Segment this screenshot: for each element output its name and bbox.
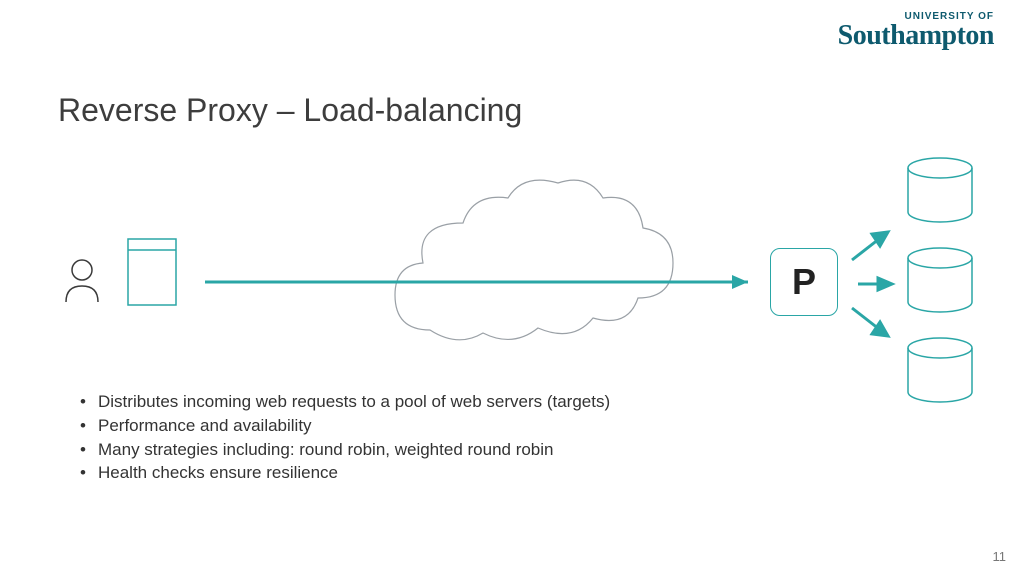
list-item: Health checks ensure resilience: [80, 461, 610, 485]
server-cylinder-icon: [908, 338, 972, 402]
request-arrow-icon: [205, 275, 748, 289]
proxy-label: P: [792, 261, 816, 303]
user-icon: [66, 260, 98, 302]
server-cylinder-icon: [908, 158, 972, 222]
list-item: Many strategies including: round robin, …: [80, 438, 610, 462]
arrow-up-icon: [852, 232, 888, 260]
proxy-node: P: [770, 248, 838, 316]
bullet-list: Distributes incoming web requests to a p…: [80, 390, 610, 485]
list-item: Distributes incoming web requests to a p…: [80, 390, 610, 414]
client-box-icon: [128, 239, 176, 305]
fanout-arrows: [852, 232, 892, 336]
logo-wordmark: Southampton: [838, 22, 994, 50]
server-cylinder-icon: [908, 248, 972, 312]
arrow-down-icon: [852, 308, 888, 336]
cloud-icon: [395, 180, 673, 340]
architecture-diagram: [0, 0, 1024, 576]
university-logo: UNIVERSITY OF Southampton: [838, 12, 994, 50]
arrow-right-icon: [858, 278, 892, 290]
list-item: Performance and availability: [80, 414, 610, 438]
slide-title: Reverse Proxy – Load-balancing: [58, 92, 522, 129]
page-number: 11: [993, 549, 1007, 564]
